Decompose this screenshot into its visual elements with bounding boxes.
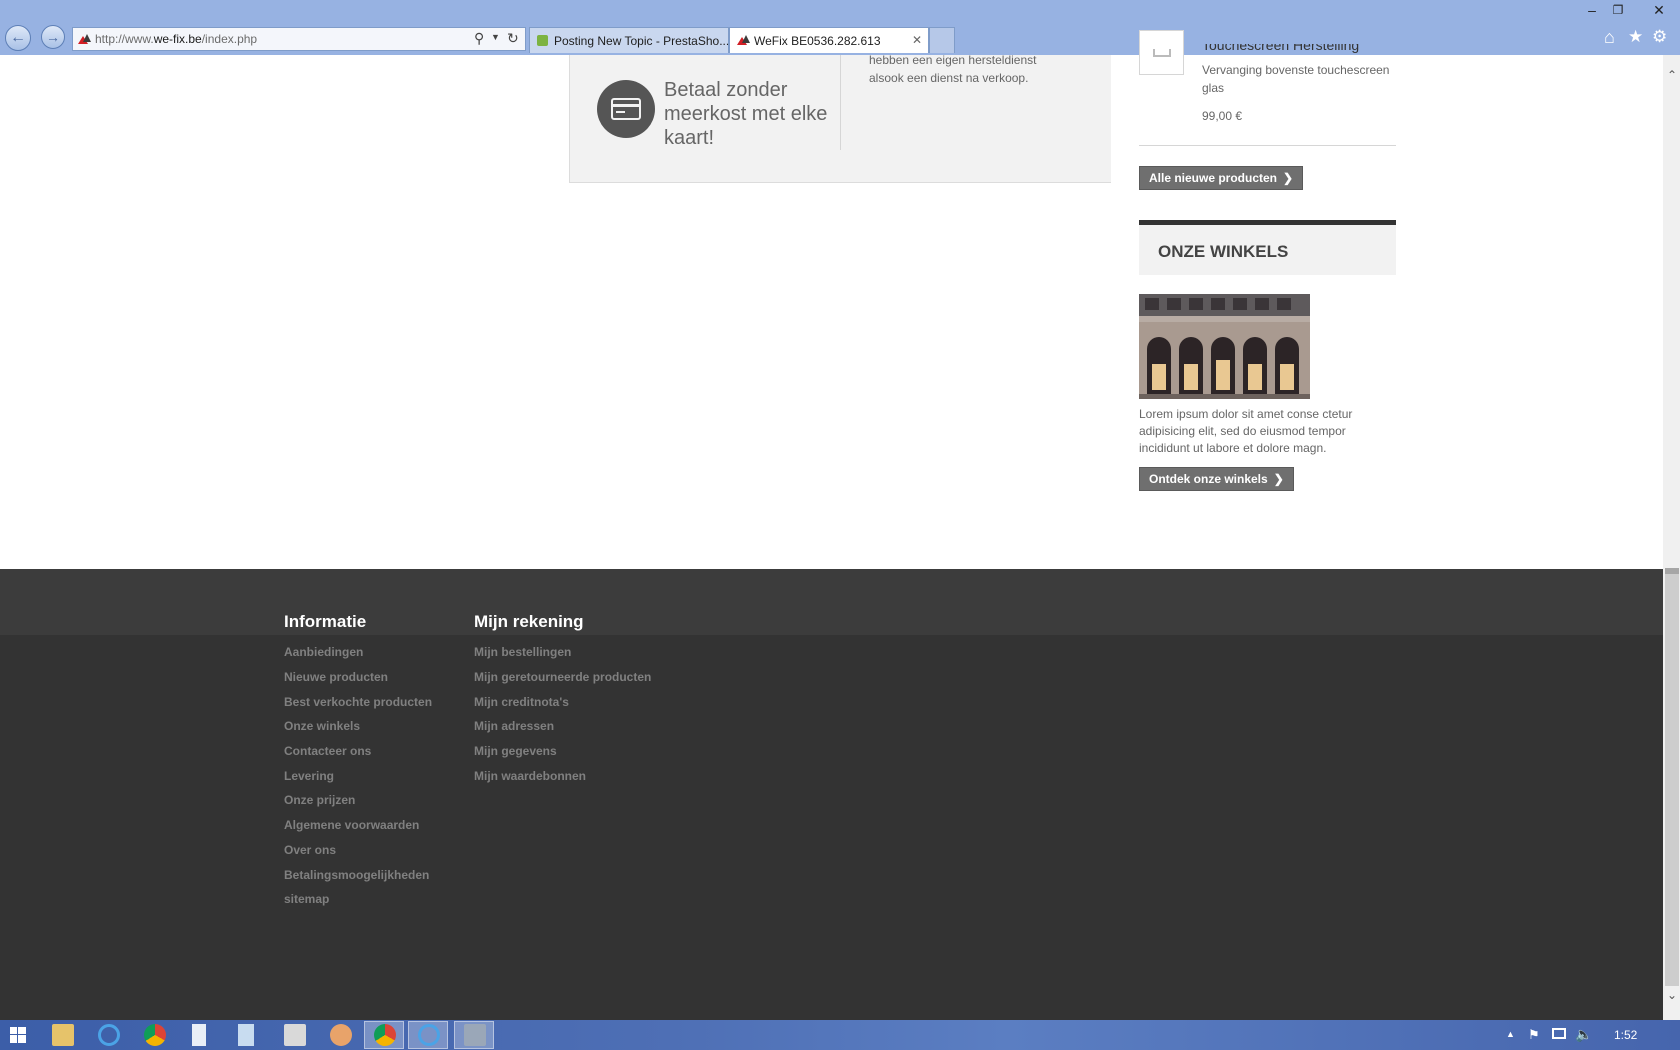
footer-link[interactable]: Nieuwe producten <box>284 669 388 685</box>
settings-gear-icon[interactable]: ⚙ <box>1652 27 1667 47</box>
search-icon[interactable]: ⚲ <box>474 30 484 47</box>
printer-icon[interactable] <box>284 1024 306 1046</box>
start-windows-icon[interactable] <box>10 1027 26 1043</box>
product-description: Vervanging bovenste touchescreen glas <box>1202 63 1390 95</box>
footer-link[interactable]: Mijn geretourneerde producten <box>474 669 651 685</box>
footer-link[interactable]: Aanbiedingen <box>284 644 363 660</box>
back-button[interactable]: ← <box>5 25 31 51</box>
chrome-icon[interactable] <box>374 1024 396 1046</box>
footer-link[interactable]: Mijn waardebonnen <box>474 768 586 784</box>
footer-link[interactable]: Mijn gegevens <box>474 743 557 759</box>
paint-icon[interactable] <box>330 1024 352 1046</box>
payment-text: Betaal zonder meerkost met elke kaart! <box>664 79 828 149</box>
footer-link[interactable]: Onze prijzen <box>284 792 355 808</box>
notepad-icon[interactable] <box>238 1024 254 1046</box>
product-title[interactable]: Touchescreen Herstelling <box>1202 44 1402 58</box>
tray-expand-icon[interactable]: ▲ <box>1506 1029 1515 1039</box>
refresh-icon[interactable]: ↻ <box>507 30 519 47</box>
site-favicon-icon <box>78 34 91 44</box>
footer-link[interactable]: Algemene voorwaarden <box>284 817 419 833</box>
internet-explorer-icon[interactable] <box>98 1024 120 1046</box>
tab-wefix[interactable]: WeFix BE0536.282.613 ✕ <box>729 27 929 53</box>
prestashop-favicon-icon <box>537 35 548 46</box>
document-icon[interactable] <box>192 1024 206 1046</box>
tab-posting-new-topic[interactable]: Posting New Topic - PrestaSho... <box>529 27 729 53</box>
clock[interactable]: 1:52 <box>1614 1028 1637 1042</box>
address-bar[interactable]: http://www.we-fix.be/index.php ⚲ ▼ ↻ <box>72 27 526 51</box>
home-icon[interactable]: ⌂ <box>1604 27 1615 48</box>
credit-card-icon <box>597 80 655 138</box>
chrome-icon[interactable] <box>144 1024 166 1046</box>
footer-link[interactable]: Contacteer ons <box>284 743 371 759</box>
tab-title: WeFix BE0536.282.613 <box>754 34 881 48</box>
footer-link[interactable]: Mijn adressen <box>474 718 554 734</box>
close-tab-icon[interactable]: ✕ <box>912 33 922 47</box>
restore-icon[interactable]: ❐ <box>1607 3 1629 17</box>
footer-link[interactable]: Onze winkels <box>284 718 360 734</box>
service-text: hebben een eigen hersteldienst alsook ee… <box>869 53 1037 85</box>
chevron-right-icon: ❯ <box>1273 472 1284 486</box>
action-center-flag-icon[interactable]: ⚑ <box>1528 1027 1540 1043</box>
divider <box>840 55 841 150</box>
footer-link[interactable]: Levering <box>284 768 334 784</box>
footer-link[interactable]: Betalingsmoogelijkheden <box>284 867 429 883</box>
product-thumbnail[interactable] <box>1139 30 1184 75</box>
footer-heading-mijn-rekening: Mijn rekening <box>474 612 584 631</box>
file-explorer-icon[interactable] <box>52 1024 74 1046</box>
footer-heading-informatie: Informatie <box>284 612 367 631</box>
footer-link[interactable]: Mijn bestellingen <box>474 644 571 660</box>
footer <box>0 569 1663 1020</box>
footer-link[interactable]: Mijn creditnota's <box>474 694 569 710</box>
footer-top-band <box>0 569 1663 635</box>
footer-link[interactable]: Over ons <box>284 842 336 858</box>
minimize-icon[interactable]: – <box>1581 2 1603 18</box>
volume-icon[interactable]: 🔈 <box>1575 1026 1592 1043</box>
address-url: http://www.we-fix.be/index.php <box>95 32 258 46</box>
scroll-down-icon[interactable]: ⌄ <box>1664 988 1680 1002</box>
tab-title: Posting New Topic - PrestaSho... <box>554 34 729 48</box>
chevron-right-icon: ❯ <box>1283 171 1294 185</box>
footer-link[interactable]: sitemap <box>284 891 329 907</box>
app-icon[interactable] <box>464 1024 486 1046</box>
stores-heading: ONZE WINKELS <box>1158 242 1289 261</box>
all-new-products-button[interactable]: Alle nieuwe producten ❯ <box>1139 166 1304 190</box>
internet-explorer-icon[interactable] <box>418 1024 440 1046</box>
network-icon[interactable] <box>1552 1028 1566 1039</box>
product-price: 99,00 € <box>1202 109 1243 123</box>
favorites-star-icon[interactable]: ★ <box>1628 27 1643 47</box>
scrollbar-track-fill <box>1665 574 1679 986</box>
forward-button[interactable]: → <box>41 25 65 49</box>
close-window-icon[interactable]: ✕ <box>1648 2 1670 19</box>
site-favicon-icon <box>737 35 750 45</box>
store-facade-image[interactable] <box>1139 294 1310 399</box>
stores-text: Lorem ipsum dolor sit amet conse ctetur … <box>1139 407 1353 455</box>
divider <box>1139 145 1396 146</box>
new-tab-button[interactable] <box>929 27 955 53</box>
scroll-up-icon[interactable]: ⌃ <box>1664 68 1680 82</box>
footer-link[interactable]: Best verkochte producten <box>284 694 432 710</box>
dropdown-arrow-icon[interactable]: ▼ <box>491 32 500 42</box>
stores-heading-box: ONZE WINKELS <box>1139 220 1396 275</box>
discover-stores-button[interactable]: Ontdek onze winkels ❯ <box>1139 467 1294 491</box>
